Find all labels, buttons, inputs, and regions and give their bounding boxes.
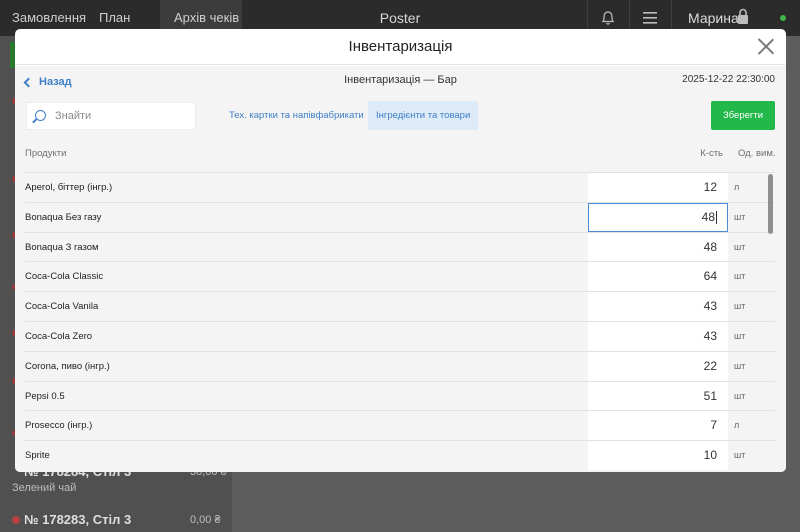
product-name: Coca-Cola Classic bbox=[25, 271, 104, 283]
column-header-product: Продукти bbox=[25, 148, 67, 159]
table-row[interactable]: Corona, пиво (інгр.) 22 шт bbox=[25, 350, 775, 381]
order-amount: 0,00 ₴ bbox=[190, 514, 221, 526]
table-row[interactable]: Bonaqua Без газу 48 шт bbox=[25, 201, 775, 232]
online-status-dot bbox=[780, 15, 786, 21]
inventory-datetime: 2025-12-22 22:30:00 bbox=[682, 74, 775, 85]
table-row[interactable]: Bonaqua З газом 48 шт bbox=[25, 231, 775, 262]
modal-body: Назад Інвентаризація — Бар 2025-12-22 22… bbox=[15, 66, 786, 472]
modal-header: Інвентаризація bbox=[15, 29, 786, 65]
bell-icon bbox=[601, 11, 614, 25]
table-row[interactable]: Coca-Cola Classic 64 шт bbox=[25, 261, 775, 292]
order-status-dot bbox=[12, 516, 20, 524]
quantity-value: 43 bbox=[703, 299, 717, 314]
quantity-value: 10 bbox=[703, 448, 717, 463]
quantity-value: 51 bbox=[703, 388, 717, 403]
tab-ingredients-products[interactable]: Інгредієнти та товари bbox=[368, 101, 479, 130]
quantity-input[interactable]: 43 bbox=[588, 322, 728, 351]
quantity-value: 48 bbox=[701, 209, 715, 224]
tab-tech-cards[interactable]: Тех. картки та напівфабрикати bbox=[221, 101, 372, 130]
unit-label: шт bbox=[734, 360, 746, 371]
search-box[interactable] bbox=[26, 102, 196, 130]
unit-label: шт bbox=[734, 271, 746, 282]
table-row[interactable]: Aperol, біттер (інгр.) 12 л bbox=[25, 172, 775, 202]
quantity-value: 12 bbox=[703, 180, 717, 194]
modal-title: Інвентаризація bbox=[348, 38, 453, 55]
product-name: Corona, пиво (інгр.) bbox=[25, 360, 110, 372]
quantity-value: 7 bbox=[710, 418, 717, 433]
lock-icon bbox=[738, 8, 748, 24]
unit-label: шт bbox=[734, 211, 746, 222]
save-button[interactable]: Зберегти bbox=[711, 101, 775, 130]
text-caret bbox=[716, 211, 717, 225]
unit-label: шт bbox=[734, 331, 746, 341]
unit-label: шт bbox=[734, 450, 746, 461]
quantity-input[interactable]: 51 bbox=[588, 381, 728, 411]
unit-label: л bbox=[734, 182, 740, 192]
unit-label: шт bbox=[734, 301, 746, 312]
product-name: Sprite bbox=[25, 450, 50, 462]
search-icon bbox=[35, 110, 46, 121]
column-header-unit: Од. вим. bbox=[738, 148, 776, 159]
unit-label: шт bbox=[734, 241, 746, 252]
product-name: Bonaqua Без газу bbox=[25, 211, 102, 223]
user-name: Марина bbox=[688, 10, 739, 26]
inventory-subtitle: Інвентаризація — Бар bbox=[344, 74, 457, 86]
product-name: Prosecco (інгр.) bbox=[25, 420, 93, 432]
table-row[interactable]: Coca-Cola Zero 43 шт bbox=[25, 321, 775, 351]
inventory-table: Aperol, біттер (інгр.) 12 л Bonaqua Без газ… bbox=[25, 172, 775, 472]
quantity-input[interactable]: 48 bbox=[588, 202, 728, 232]
inventory-modal: Інвентаризація Назад Інвентаризація — Ба… bbox=[15, 29, 786, 472]
unit-label: л bbox=[734, 420, 740, 431]
quantity-input[interactable]: 64 bbox=[588, 262, 728, 292]
product-name: Coca-Cola Vanila bbox=[25, 301, 99, 313]
unit-label: шт bbox=[734, 390, 746, 401]
table-row[interactable]: Prosecco (інгр.) 7 л bbox=[25, 410, 775, 441]
order-item: Зелений чай bbox=[12, 482, 77, 494]
quantity-value: 64 bbox=[703, 269, 717, 284]
quantity-input[interactable]: 7 bbox=[588, 411, 728, 441]
quantity-input[interactable]: 22 bbox=[588, 351, 728, 381]
quantity-input[interactable]: 43 bbox=[588, 292, 728, 322]
quantity-value: 48 bbox=[703, 239, 717, 254]
table-row[interactable]: Sprite 10 шт bbox=[25, 440, 775, 471]
table-row[interactable]: Pepsi 0.5 51 шт bbox=[25, 380, 775, 411]
search-input[interactable] bbox=[55, 107, 191, 125]
column-header-qty: К-сть bbox=[700, 148, 723, 159]
close-icon[interactable] bbox=[757, 38, 775, 56]
quantity-value: 22 bbox=[703, 358, 717, 373]
quantity-input[interactable]: 12 bbox=[588, 173, 728, 202]
product-name: Pepsi 0.5 bbox=[25, 390, 65, 402]
table-scrollbar[interactable] bbox=[768, 174, 773, 234]
product-name: Aperol, біттер (інгр.) bbox=[25, 182, 113, 193]
product-name: Bonaqua З газом bbox=[25, 241, 99, 253]
product-name: Coca-Cola Zero bbox=[25, 331, 93, 342]
menu-icon bbox=[642, 12, 657, 24]
quantity-input[interactable]: 10 bbox=[588, 441, 728, 471]
table-row[interactable]: Coca-Cola Vanila 43 шт bbox=[25, 291, 775, 322]
order-number: № 178283, Стіл 3 bbox=[24, 512, 132, 527]
quantity-value: 43 bbox=[703, 329, 717, 343]
quantity-input[interactable]: 48 bbox=[588, 232, 728, 262]
